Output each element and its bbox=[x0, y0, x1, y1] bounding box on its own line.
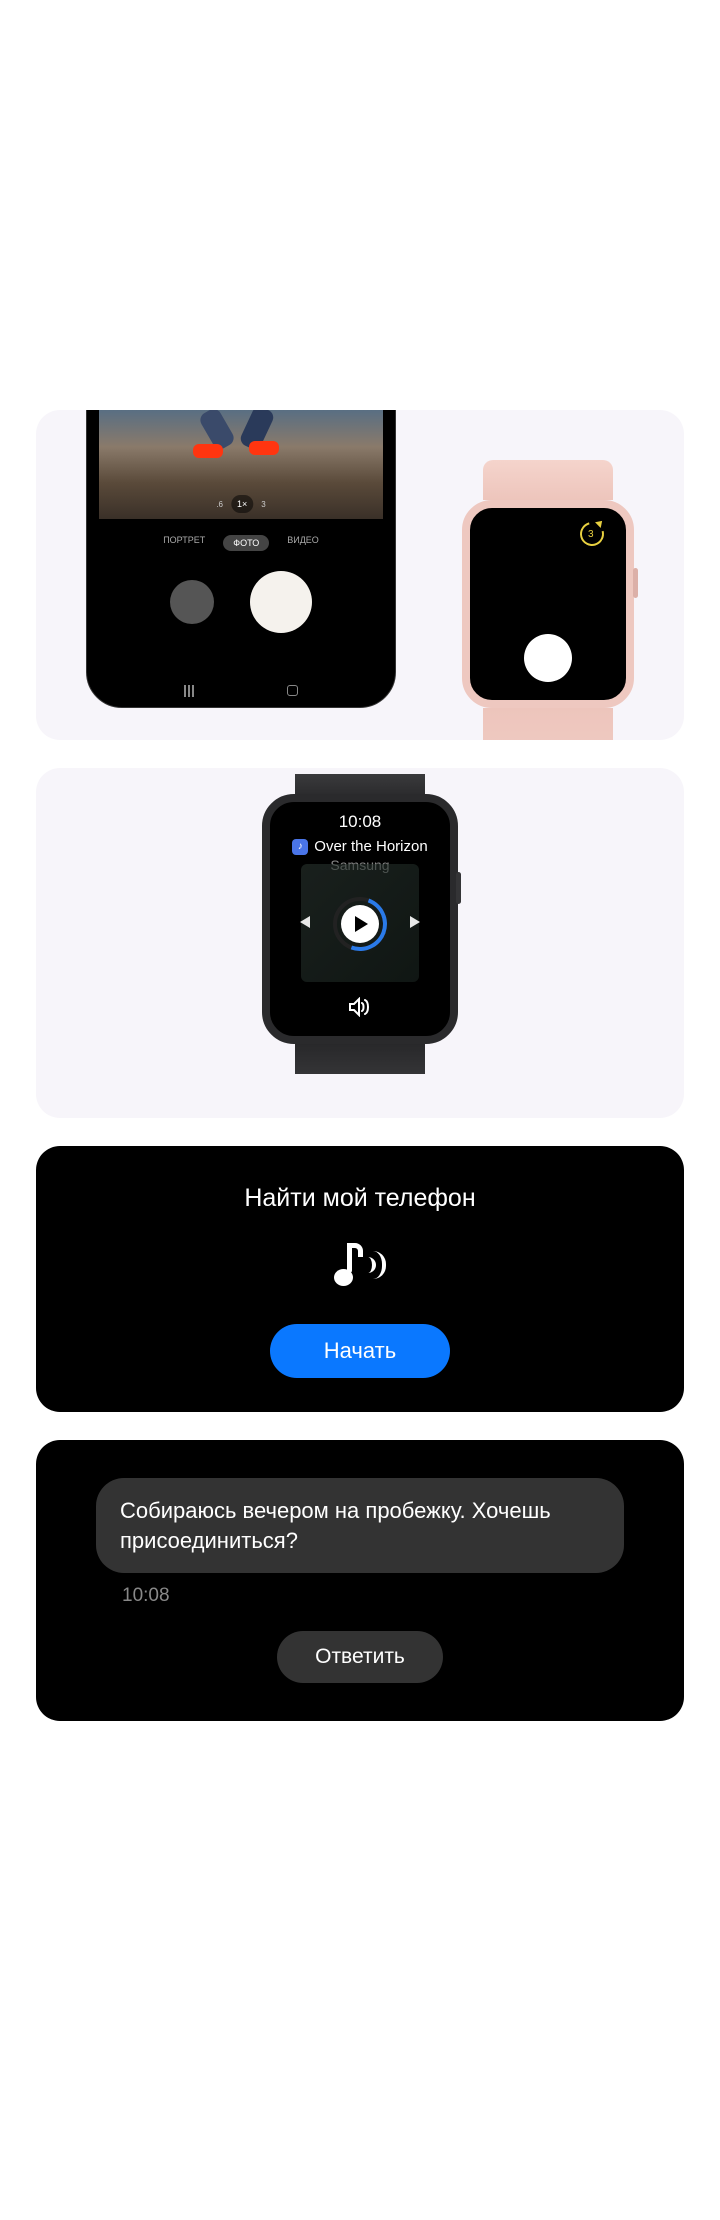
home-icon[interactable] bbox=[287, 685, 298, 696]
phone-mockup: .6 1× 3 ПОРТРЕТ ФОТО ВИДЕО bbox=[86, 410, 396, 708]
recents-icon[interactable] bbox=[184, 685, 194, 697]
zoom-selected[interactable]: 1× bbox=[231, 495, 253, 513]
timer-value: 3 bbox=[588, 529, 594, 540]
music-control-card: 10:08 ♪ Over the Horizon Samsung bbox=[36, 768, 684, 1118]
mode-video[interactable]: ВИДЕО bbox=[287, 535, 319, 551]
find-phone-card: Найти мой телефон Начать bbox=[36, 1146, 684, 1412]
music-app-icon: ♪ bbox=[292, 839, 308, 855]
watch-mockup-dark: 10:08 ♪ Over the Horizon Samsung bbox=[262, 774, 458, 1118]
camera-viewfinder: .6 1× 3 bbox=[99, 410, 383, 519]
find-phone-icon bbox=[328, 1241, 392, 1291]
play-button[interactable] bbox=[333, 897, 387, 951]
zoom-tele[interactable]: 3 bbox=[261, 500, 265, 509]
camera-mode-selector: ПОРТРЕТ ФОТО ВИДЕО bbox=[99, 519, 383, 559]
next-track-icon[interactable] bbox=[407, 913, 425, 936]
start-button[interactable]: Начать bbox=[270, 1324, 450, 1378]
message-bubble: Собираюсь вечером на пробежку. Хочешь пр… bbox=[96, 1478, 624, 1573]
track-title: Over the Horizon bbox=[314, 838, 427, 855]
watch-mockup-pink: 3 bbox=[462, 460, 634, 740]
message-card: Собираюсь вечером на пробежку. Хочешь пр… bbox=[36, 1440, 684, 1721]
camera-control-card: .6 1× 3 ПОРТРЕТ ФОТО ВИДЕО 3 bbox=[36, 410, 684, 740]
timer-icon[interactable]: 3 bbox=[580, 522, 608, 550]
mode-portrait[interactable]: ПОРТРЕТ bbox=[163, 535, 205, 551]
watch-time: 10:08 bbox=[270, 812, 450, 832]
message-time: 10:08 bbox=[122, 1585, 658, 1607]
previous-track-icon[interactable] bbox=[295, 913, 313, 936]
phone-nav-bar bbox=[87, 685, 395, 697]
volume-icon[interactable] bbox=[348, 997, 372, 1022]
watch-shutter-button[interactable] bbox=[524, 634, 572, 682]
zoom-controls: .6 1× 3 bbox=[216, 495, 265, 513]
phone-shutter-button[interactable] bbox=[250, 571, 312, 633]
gallery-thumbnail[interactable] bbox=[170, 580, 214, 624]
reply-button[interactable]: Ответить bbox=[277, 1631, 443, 1683]
mode-photo[interactable]: ФОТО bbox=[223, 535, 269, 551]
find-phone-title: Найти мой телефон bbox=[56, 1184, 664, 1213]
zoom-wide[interactable]: .6 bbox=[216, 500, 223, 509]
